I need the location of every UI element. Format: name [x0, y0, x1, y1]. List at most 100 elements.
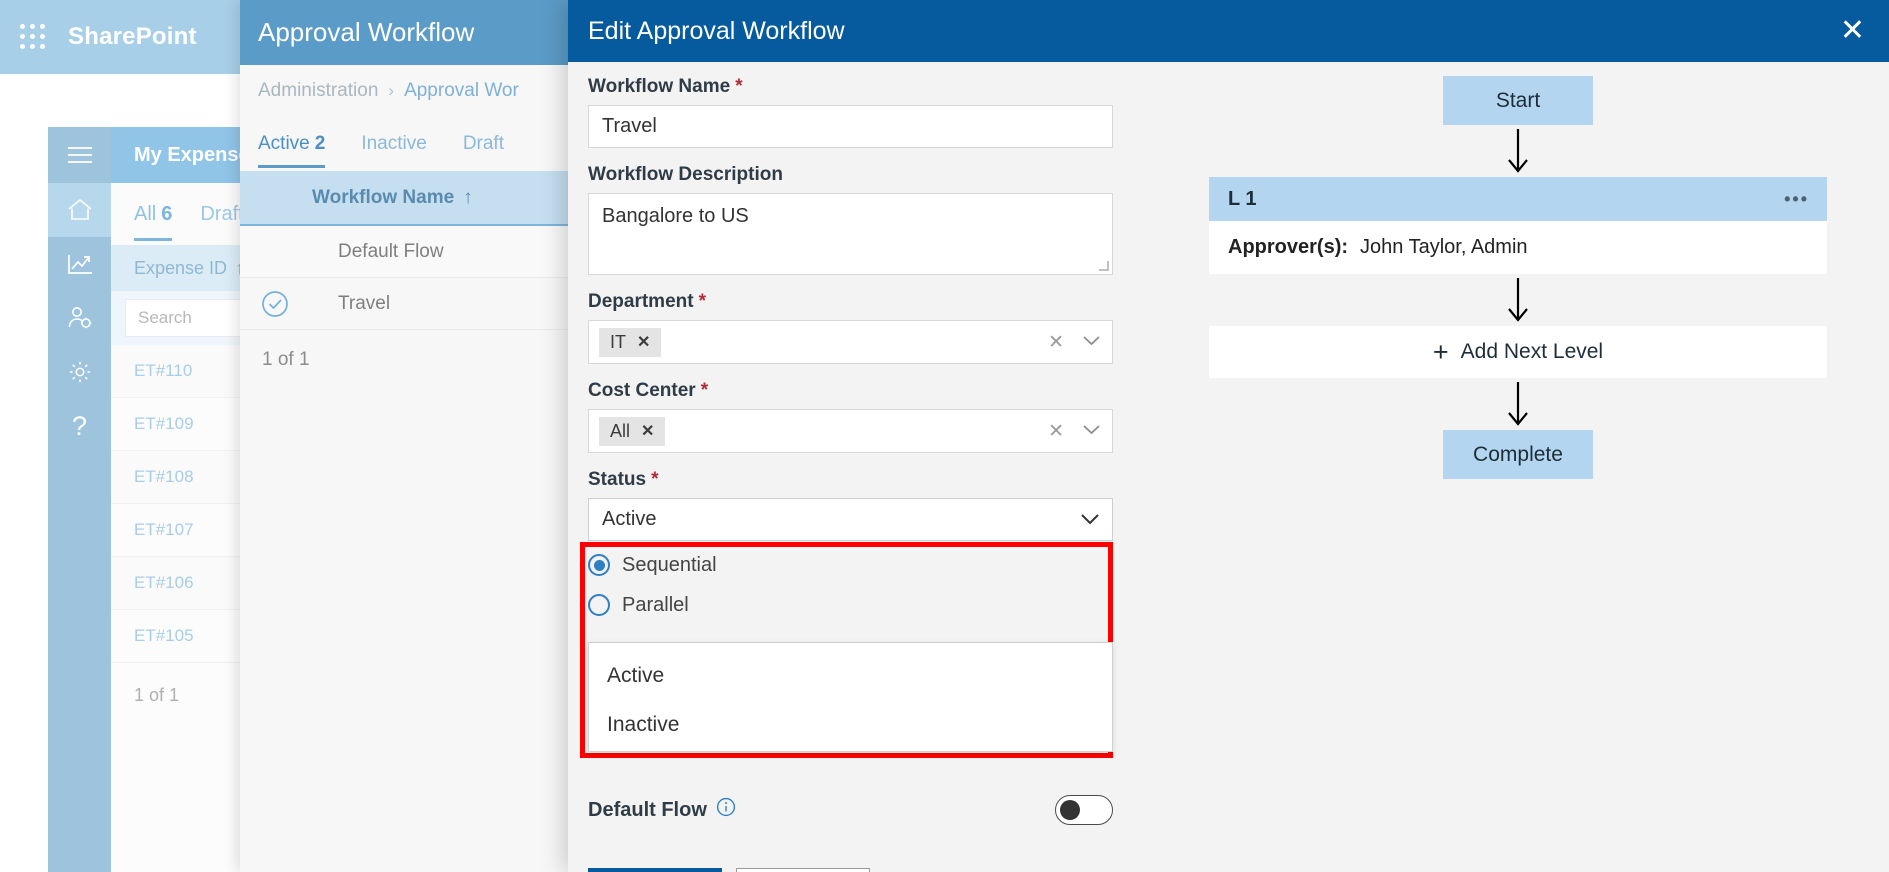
- status-field-label: Status *: [588, 469, 1128, 491]
- status-option-active[interactable]: Active: [589, 643, 1112, 699]
- modal-body: Workflow Name * Travel Workflow Descript…: [568, 62, 1889, 872]
- tab-active-label: Active: [258, 133, 310, 154]
- chip-remove-icon[interactable]: ✕: [637, 332, 650, 352]
- required-asterisk: *: [651, 469, 659, 490]
- update-button[interactable]: Update: [588, 868, 722, 872]
- approvers-label: Approver(s):: [1228, 236, 1349, 258]
- flow-level-header: L 1 •••: [1209, 177, 1827, 221]
- label-text: Status: [588, 469, 647, 490]
- sidebar-item-reports[interactable]: [48, 237, 111, 291]
- sidebar-item-home[interactable]: [48, 183, 111, 237]
- modal-header: Edit Approval Workflow ✕: [568, 0, 1889, 62]
- required-asterisk: *: [700, 380, 709, 401]
- department-chip[interactable]: IT ✕: [599, 327, 662, 357]
- home-icon: [66, 197, 94, 223]
- tab-active-count: 2: [314, 133, 326, 154]
- table-row[interactable]: Travel: [240, 278, 580, 330]
- hamburger-menu-icon[interactable]: [48, 127, 111, 183]
- chevron-down-icon[interactable]: [1082, 333, 1101, 351]
- edit-approval-workflow-modal: Edit Approval Workflow ✕ Workflow Name *…: [568, 0, 1889, 872]
- cost-center-field-label: Cost Center *: [588, 380, 1128, 402]
- sidebar-item-help[interactable]: ?: [48, 399, 111, 453]
- chevron-down-icon[interactable]: [1082, 422, 1101, 440]
- required-asterisk: *: [735, 76, 743, 97]
- table-row[interactable]: Default Flow: [240, 226, 580, 278]
- status-dropdown-options: Active Inactive: [588, 642, 1113, 752]
- flow-complete-node[interactable]: Complete: [1443, 430, 1593, 479]
- clear-icon[interactable]: ✕: [1048, 420, 1064, 443]
- default-flow-row: Default Flow: [588, 795, 1113, 825]
- workflow-diagram: Start L 1 ••• Approver(s): John Taylor, …: [1168, 76, 1868, 479]
- approval-workflow-panel: Approval Workflow Administration › Appro…: [240, 0, 580, 872]
- default-flow-label: Default Flow: [588, 797, 736, 823]
- breadcrumb-current: Approval Wor: [404, 80, 519, 101]
- app-launcher-icon[interactable]: [20, 24, 46, 50]
- label-text: Cost Center: [588, 380, 696, 401]
- sharepoint-topbar: SharePoint: [0, 0, 240, 74]
- radio-sequential[interactable]: Sequential: [588, 545, 1128, 585]
- label-text: Workflow Name: [588, 76, 731, 97]
- status-option-inactive[interactable]: Inactive: [589, 699, 1112, 751]
- modal-actions: Update Cancel: [588, 868, 870, 872]
- department-tools: ✕: [1048, 331, 1101, 354]
- user-settings-icon: [66, 305, 94, 331]
- workflow-name-label: Workflow Name: [312, 186, 455, 208]
- plus-icon: +: [1432, 336, 1449, 367]
- resize-grip-icon[interactable]: [1099, 261, 1109, 271]
- app-root: SharePoint ? My Expenses All 6 Draft Exp…: [0, 0, 1889, 872]
- clear-icon[interactable]: ✕: [1048, 331, 1064, 354]
- tab-active[interactable]: Active 2: [258, 133, 326, 168]
- label-text: Department: [588, 291, 694, 312]
- sharepoint-brand[interactable]: SharePoint: [68, 23, 197, 51]
- cost-center-multiselect[interactable]: All ✕ ✕: [588, 409, 1113, 453]
- tab-draft[interactable]: Draft: [200, 203, 243, 226]
- approval-workflow-title: Approval Workflow: [240, 0, 580, 65]
- ellipsis-icon[interactable]: •••: [1784, 189, 1809, 210]
- flow-start-node[interactable]: Start: [1443, 76, 1593, 125]
- workflow-description-field-label: Workflow Description: [588, 164, 1128, 186]
- analytics-chart-icon: [66, 251, 94, 277]
- workflow-description-value: Bangalore to US: [602, 205, 749, 227]
- workflow-tabs: Active 2 Inactive Draft: [240, 117, 580, 171]
- breadcrumb-separator-icon: ›: [388, 81, 395, 100]
- radio-icon: [588, 594, 610, 616]
- chip-label: IT: [610, 331, 626, 352]
- workflow-row-label: Travel: [338, 292, 391, 314]
- tab-all-count: 6: [161, 202, 173, 225]
- flow-level-card: L 1 ••• Approver(s): John Taylor, Admin: [1209, 177, 1827, 274]
- workflow-form: Workflow Name * Travel Workflow Descript…: [588, 76, 1128, 625]
- arrow-down-icon: [1503, 274, 1533, 326]
- arrow-down-icon: [1503, 125, 1533, 177]
- tab-all[interactable]: All 6: [134, 202, 173, 241]
- label-text: Default Flow: [588, 798, 707, 821]
- sidebar-item-settings[interactable]: [48, 345, 111, 399]
- close-icon[interactable]: ✕: [1840, 16, 1865, 46]
- radio-parallel-label: Parallel: [622, 593, 689, 616]
- toggle-knob: [1060, 800, 1080, 820]
- department-multiselect[interactable]: IT ✕ ✕: [588, 320, 1113, 364]
- flow-level-body: Approver(s): John Taylor, Admin: [1209, 221, 1827, 274]
- cancel-button[interactable]: Cancel: [736, 868, 870, 872]
- workflow-name-field-label: Workflow Name *: [588, 76, 1128, 98]
- workflow-name-input[interactable]: Travel: [588, 105, 1113, 148]
- flow-level-title: L 1: [1228, 187, 1257, 210]
- cost-center-chip[interactable]: All ✕: [599, 416, 666, 446]
- status-select[interactable]: Active: [588, 498, 1113, 541]
- chevron-down-icon[interactable]: [1080, 508, 1100, 531]
- breadcrumb-administration[interactable]: Administration: [258, 80, 378, 102]
- chip-label: All: [610, 420, 631, 441]
- status-selected-value: Active: [602, 508, 657, 530]
- default-flow-toggle[interactable]: [1055, 795, 1113, 825]
- add-next-level-button[interactable]: + Add Next Level: [1209, 326, 1827, 378]
- info-icon[interactable]: [716, 797, 736, 823]
- label-text: Workflow Description: [588, 164, 783, 185]
- sidebar-item-user-admin[interactable]: [48, 291, 111, 345]
- tab-inactive[interactable]: Inactive: [361, 133, 426, 155]
- chip-remove-icon[interactable]: ✕: [641, 421, 654, 441]
- workflow-name-column-header[interactable]: Workflow Name ↑: [240, 171, 580, 226]
- tab-draft[interactable]: Draft: [463, 133, 504, 155]
- required-asterisk: *: [698, 291, 706, 312]
- gear-icon: [66, 359, 94, 385]
- workflow-description-textarea[interactable]: Bangalore to US: [588, 193, 1113, 275]
- radio-parallel[interactable]: Parallel: [588, 585, 1128, 625]
